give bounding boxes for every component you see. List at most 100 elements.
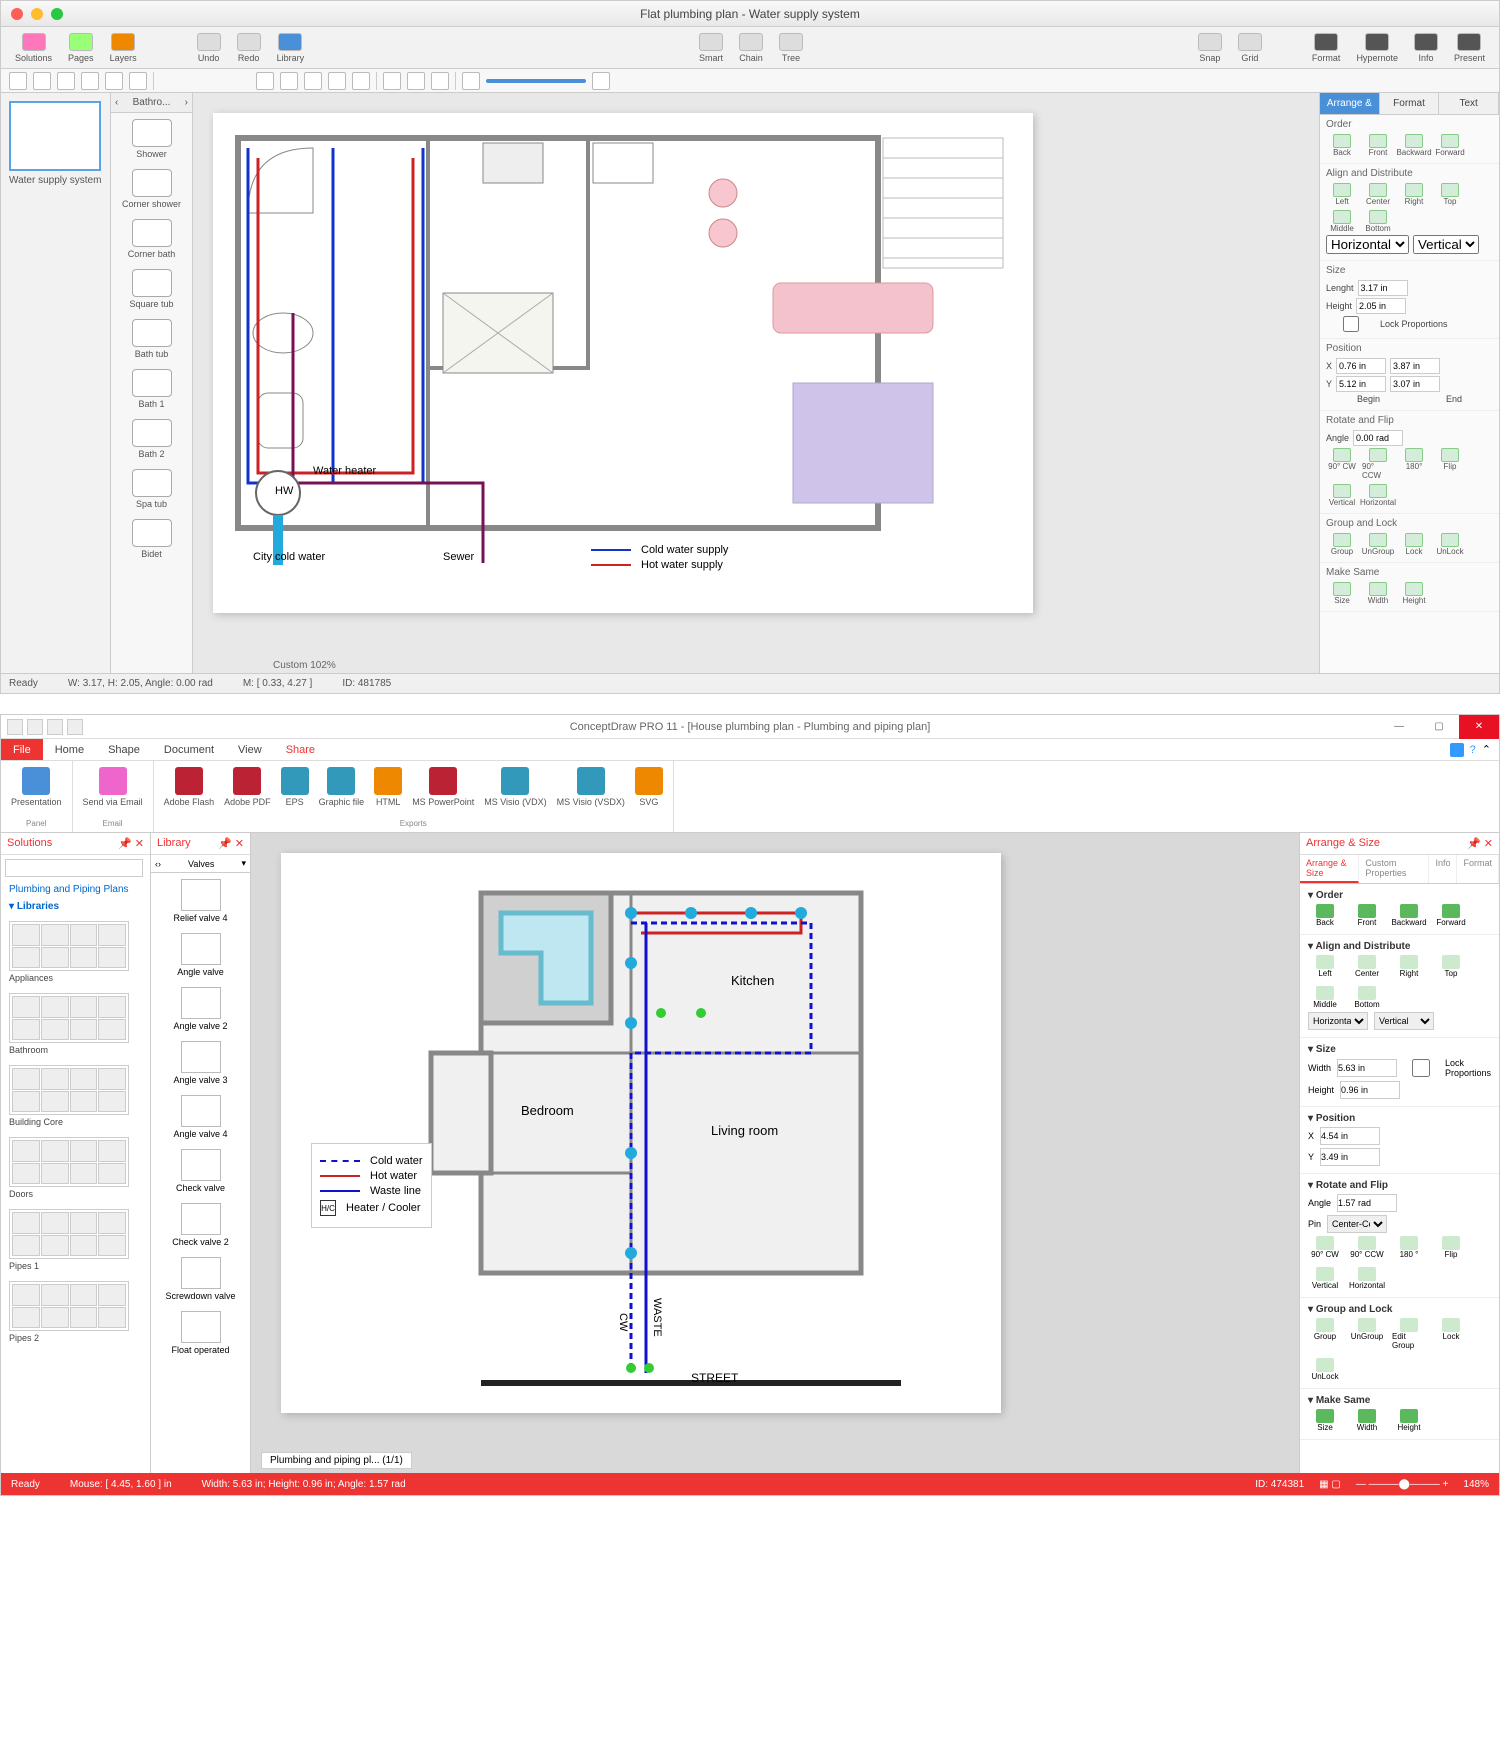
insp-action[interactable]: Backward	[1392, 904, 1426, 927]
library-group[interactable]: Pipes 2	[1, 1275, 150, 1347]
presentation-button[interactable]: Presentation	[9, 765, 64, 819]
tool-c[interactable]	[304, 72, 322, 90]
undo-button[interactable]: Undo	[191, 31, 227, 65]
smart-button[interactable]: Smart	[693, 31, 729, 65]
align-v-select[interactable]: Vertical	[1374, 1012, 1434, 1030]
close-icon[interactable]	[11, 8, 23, 20]
library-item[interactable]: Angle valve 4	[151, 1089, 250, 1143]
drawing-page[interactable]: HW Water heater City cold water Sewer Co…	[213, 113, 1033, 613]
insp-action[interactable]: UnLock	[1308, 1358, 1342, 1381]
library-item[interactable]: Relief valve 4	[151, 873, 250, 927]
align-h-select[interactable]: Horizontal	[1326, 235, 1409, 254]
height-input[interactable]	[1340, 1081, 1400, 1099]
zoom-plus-icon[interactable]	[592, 72, 610, 90]
rect-tool[interactable]	[33, 72, 51, 90]
insp-action[interactable]: Vertical	[1326, 484, 1358, 507]
insp-action[interactable]: Vertical	[1308, 1267, 1342, 1290]
line-tool[interactable]	[81, 72, 99, 90]
nav-back-icon[interactable]: ‹	[115, 97, 118, 108]
pin-icon[interactable]: 📌 ✕	[118, 837, 144, 850]
insp-action[interactable]: Bottom	[1362, 210, 1394, 233]
insp-action[interactable]: Center	[1362, 183, 1394, 206]
help-icon[interactable]: ?	[1470, 744, 1476, 756]
export-button[interactable]: MS Visio (VSDX)	[555, 765, 627, 819]
insp-action[interactable]: 90° CCW	[1362, 448, 1394, 480]
pos-x1[interactable]	[1336, 358, 1386, 374]
lock-proportions-check[interactable]	[1326, 316, 1376, 332]
insp-action[interactable]: Center	[1350, 955, 1384, 978]
insp-action[interactable]: Right	[1398, 183, 1430, 206]
library-item[interactable]: Check valve 2	[151, 1197, 250, 1251]
tab-file[interactable]: File	[1, 739, 43, 760]
pin-icon[interactable]: 📌 ✕	[1467, 837, 1493, 850]
tab-format[interactable]: Format	[1457, 855, 1499, 883]
redo-button[interactable]: Redo	[231, 31, 267, 65]
minimize-button[interactable]: —	[1379, 715, 1419, 739]
hypernote-button[interactable]: Hypernote	[1350, 31, 1404, 65]
tab-text[interactable]: Text	[1439, 93, 1499, 114]
insp-action[interactable]: Front	[1362, 134, 1394, 157]
insp-action[interactable]: 180°	[1398, 448, 1430, 480]
chain-button[interactable]: Chain	[733, 31, 769, 65]
collapse-ribbon-icon[interactable]: ⌃	[1482, 743, 1491, 756]
insp-action[interactable]: Height	[1398, 582, 1430, 605]
library-group[interactable]: Building Core	[1, 1059, 150, 1131]
zoom-in-tool[interactable]	[383, 72, 401, 90]
minimize-icon[interactable]	[31, 8, 43, 20]
pos-y2[interactable]	[1390, 376, 1440, 392]
insp-action[interactable]: Width	[1350, 1409, 1384, 1432]
ellipse-tool[interactable]	[57, 72, 75, 90]
tab-info[interactable]: Info	[1429, 855, 1457, 883]
angle-input[interactable]	[1337, 1194, 1397, 1212]
insp-action[interactable]: Edit Group	[1392, 1318, 1426, 1350]
zoom-minus-icon[interactable]	[462, 72, 480, 90]
tab-custom[interactable]: Custom Properties	[1359, 855, 1429, 883]
qat-undo-icon[interactable]	[27, 719, 43, 735]
insp-action[interactable]: 90° CW	[1308, 1236, 1342, 1259]
stencil-item[interactable]: Spa tub	[111, 463, 192, 513]
align-h-select[interactable]: Horizontal	[1308, 1012, 1368, 1030]
insp-action[interactable]: Group	[1308, 1318, 1342, 1350]
height-input[interactable]	[1356, 298, 1406, 314]
canvas[interactable]: Kitchen Bedroom Living room CW WASTE STR…	[251, 833, 1299, 1473]
insp-action[interactable]: Size	[1326, 582, 1358, 605]
grid-button[interactable]: Grid	[1232, 31, 1268, 65]
drawing-page[interactable]: Kitchen Bedroom Living room CW WASTE STR…	[281, 853, 1001, 1413]
insp-action[interactable]: Top	[1434, 183, 1466, 206]
stencil-item[interactable]: Bath 1	[111, 363, 192, 413]
insp-action[interactable]: Width	[1362, 582, 1394, 605]
tool-d[interactable]	[328, 72, 346, 90]
pos-x2[interactable]	[1390, 358, 1440, 374]
export-button[interactable]: MS Visio (VDX)	[482, 765, 548, 819]
insp-action[interactable]: Size	[1308, 1409, 1342, 1432]
export-button[interactable]: EPS	[279, 765, 311, 819]
zoom-icon[interactable]	[51, 8, 63, 20]
pin-icon[interactable]: 📌 ✕	[218, 837, 244, 850]
canvas[interactable]: HW Water heater City cold water Sewer Co…	[193, 93, 1319, 673]
insp-action[interactable]: Back	[1308, 904, 1342, 927]
tab-format[interactable]: Format	[1380, 93, 1440, 114]
insp-action[interactable]: Front	[1350, 904, 1384, 927]
info-button[interactable]: Info	[1408, 31, 1444, 65]
stencil-item[interactable]: Square tub	[111, 263, 192, 313]
qat-redo-icon[interactable]	[47, 719, 63, 735]
insp-action[interactable]: Lock	[1434, 1318, 1468, 1350]
tool-b[interactable]	[280, 72, 298, 90]
layers-button[interactable]: Layers	[104, 31, 143, 65]
maximize-button[interactable]: ▢	[1419, 715, 1459, 739]
insp-action[interactable]: Back	[1326, 134, 1358, 157]
insp-action[interactable]: Horizontal	[1362, 484, 1394, 507]
insp-action[interactable]: Height	[1392, 1409, 1426, 1432]
pages-button[interactable]: Pages	[62, 31, 100, 65]
library-item[interactable]: Angle valve 2	[151, 981, 250, 1035]
stencil-item[interactable]: Bath tub	[111, 313, 192, 363]
stencil-category[interactable]: Bathro...	[133, 97, 171, 108]
insp-action[interactable]: Lock	[1398, 533, 1430, 556]
library-group[interactable]: Appliances	[1, 915, 150, 987]
pos-y1[interactable]	[1336, 376, 1386, 392]
library-group[interactable]: Bathroom	[1, 987, 150, 1059]
tab-share[interactable]: Share	[274, 739, 327, 760]
insp-action[interactable]: UnGroup	[1350, 1318, 1384, 1350]
insp-action[interactable]: Group	[1326, 533, 1358, 556]
help-dropdown-icon[interactable]	[1450, 743, 1464, 757]
